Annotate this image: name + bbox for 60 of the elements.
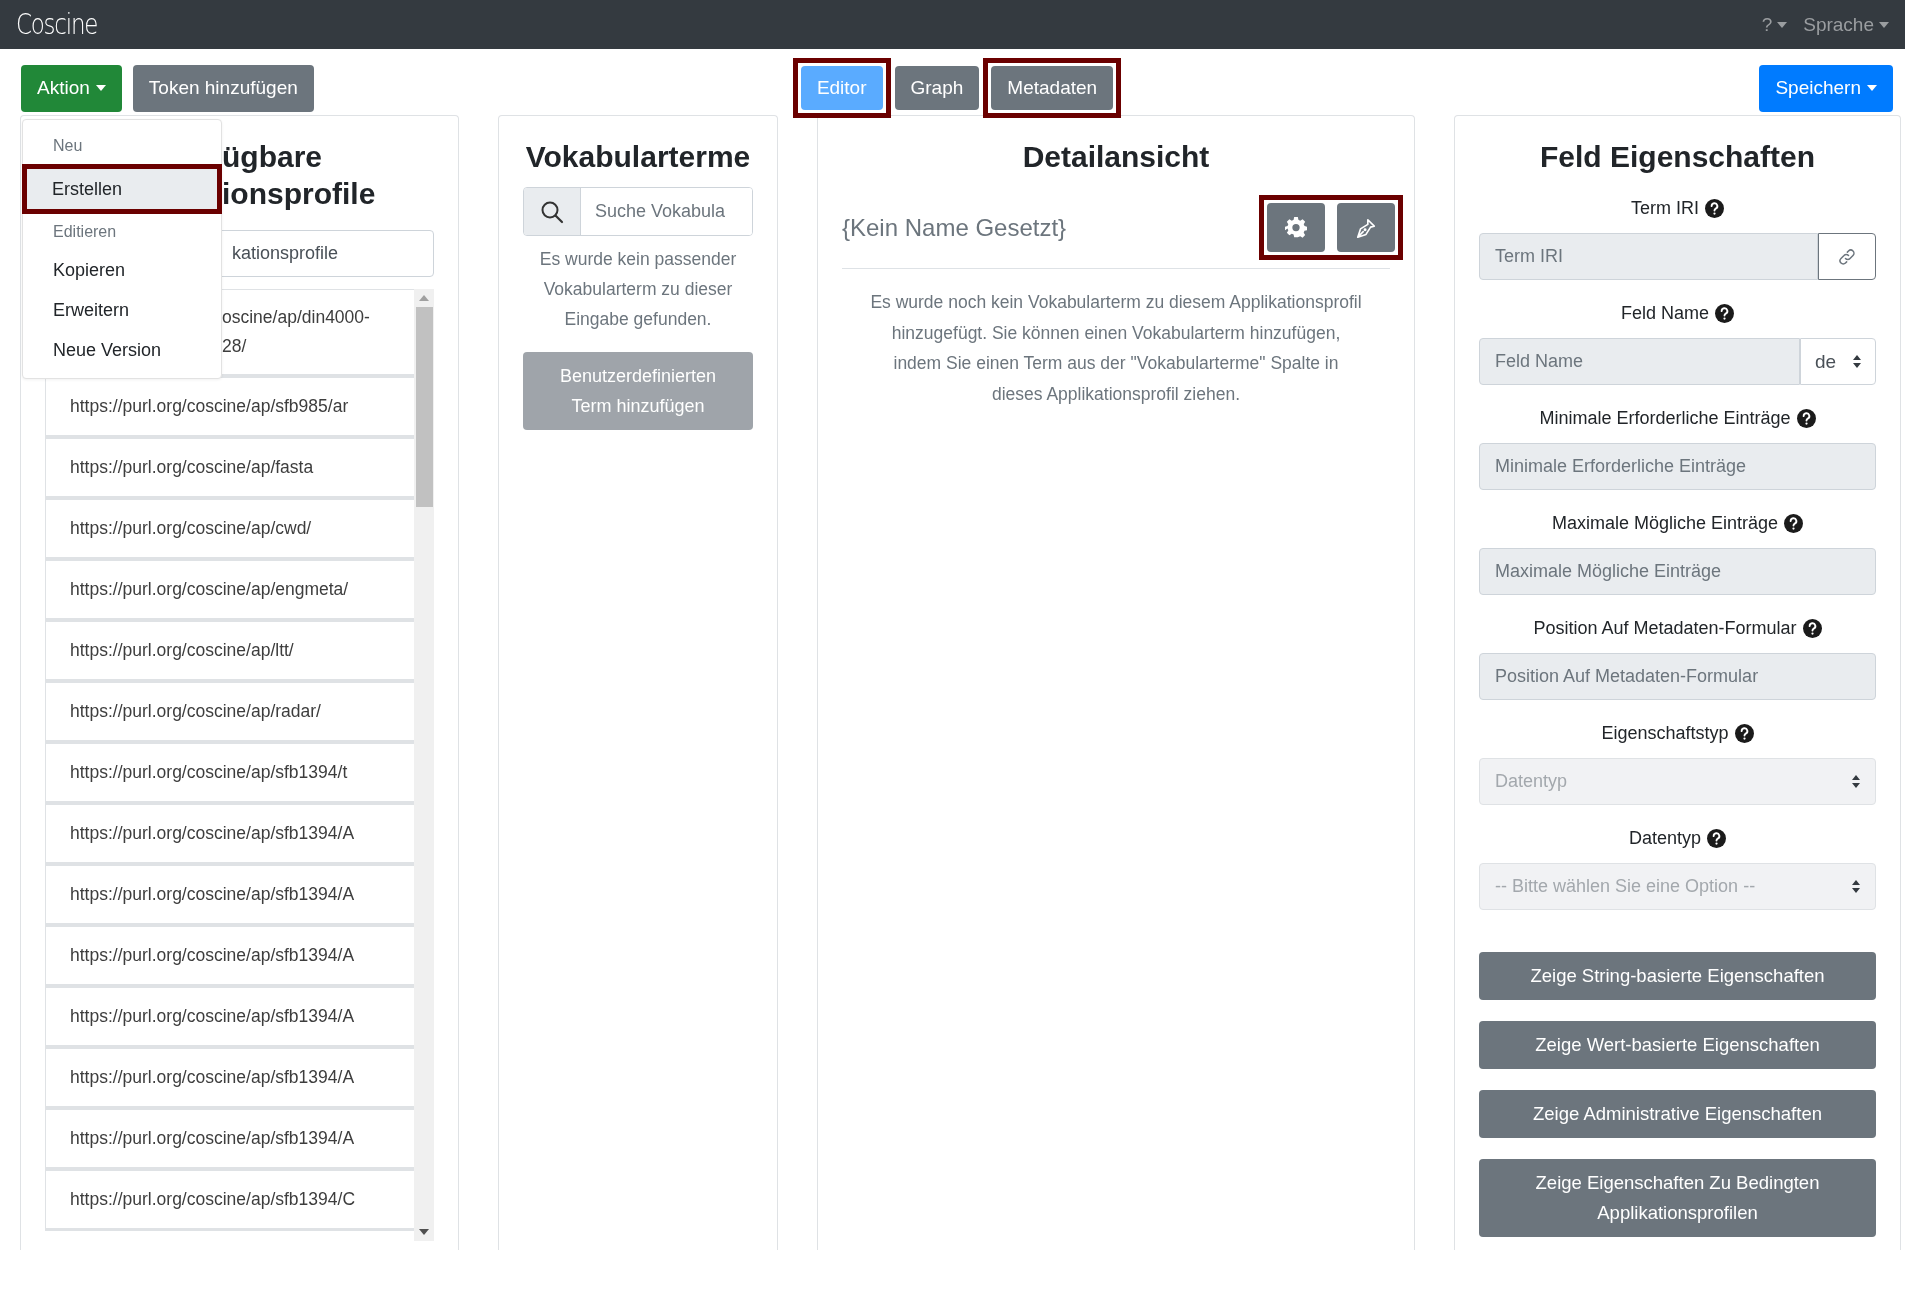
text-field[interactable]: Minimale Erforderliche Einträge	[1479, 443, 1876, 490]
menu-item[interactable]: Erstellen	[27, 168, 217, 209]
caret-icon	[1879, 21, 1889, 28]
help-icon[interactable]	[1715, 303, 1734, 323]
field-label: Position Auf Metadaten-Formular	[1533, 617, 1797, 639]
language-menu[interactable]: Sprache	[1803, 13, 1889, 36]
empty-message: Es wurde kein passender Vokabularterm zu dieser Eingabe gefunden.	[538, 248, 738, 331]
save-button[interactable]: Speichern	[1759, 64, 1893, 112]
caret-icon	[1777, 21, 1788, 28]
scrollbar[interactable]	[414, 289, 434, 1241]
pen-icon	[1355, 216, 1377, 239]
settings-button[interactable]	[1267, 203, 1325, 252]
text-field[interactable]: Position Auf Metadaten-Formular	[1479, 653, 1876, 700]
search-icon	[540, 199, 564, 224]
help-icon[interactable]	[1705, 198, 1724, 218]
select-arrows-icon	[1852, 775, 1860, 788]
text-field[interactable]: Feld Name	[1479, 338, 1800, 385]
help-icon[interactable]	[1734, 723, 1754, 743]
caret-icon	[95, 85, 106, 91]
column-title: ügbare	[222, 139, 323, 175]
language-select[interactable]: de	[1800, 338, 1876, 385]
show-properties-button[interactable]: Zeige Eigenschaften Zu Bedingten Applikationsprofilen	[1479, 1159, 1876, 1237]
column-title: Detailansicht	[1021, 139, 1211, 175]
field-label: Eigenschaftstyp	[1601, 722, 1729, 744]
field-label: Feld Name	[1621, 302, 1709, 324]
caret-icon	[1867, 85, 1877, 91]
field-label: Term IRI	[1631, 197, 1699, 219]
profile-name: {Kein Name Gesetzt}	[842, 213, 1067, 242]
show-properties-button[interactable]: Zeige Wert-basierte Eigenschaften	[1479, 1021, 1876, 1069]
field-label: Minimale Erforderliche Einträge	[1539, 407, 1791, 429]
scroll-down-icon[interactable]	[419, 1229, 429, 1235]
action-button[interactable]: Aktion	[21, 64, 122, 112]
help-menu[interactable]: ?	[1761, 13, 1788, 36]
field-label: Maximale Mögliche Einträge	[1551, 512, 1779, 534]
edit-button[interactable]	[1337, 203, 1395, 252]
empty-message: Es wurde noch kein Vokabularterm zu diesem Applikationsprofil hinzugefügt. Sie können einen Vokabularterm hinzufügen, indem Sie einen Term aus der "Vokabularterme" Spalte in dieses Applikationsprofil ziehen.	[869, 291, 1363, 406]
help-icon[interactable]	[1796, 408, 1816, 428]
menu-header: Neu	[52, 135, 84, 156]
help-icon[interactable]	[1802, 618, 1822, 638]
link-button[interactable]	[1818, 233, 1876, 280]
view-tab[interactable]: Graph	[894, 66, 980, 110]
column-title: Feld Eigenschaften	[1538, 139, 1817, 175]
scrollbar-thumb[interactable]	[415, 307, 433, 507]
field-label: Datentyp	[1628, 827, 1701, 849]
text-field[interactable]: Term IRI	[1479, 233, 1818, 280]
select-arrows-icon	[1852, 880, 1860, 893]
show-properties-button[interactable]: Zeige Administrative Eigenschaften	[1479, 1090, 1876, 1138]
column-title: ionsprofile	[222, 176, 376, 212]
column-title: Vokabularterme	[524, 139, 752, 175]
view-tab[interactable]: Metadaten	[991, 66, 1114, 110]
search-field[interactable]: Suche Vokabula	[523, 187, 753, 236]
settings-icon	[1285, 216, 1307, 239]
text-field[interactable]: Maximale Mögliche Einträge	[1479, 548, 1876, 595]
help-icon[interactable]	[1784, 513, 1804, 533]
help-icon[interactable]	[1707, 828, 1726, 848]
select-arrows-icon	[1853, 355, 1861, 368]
app-logo[interactable]: Coscine	[16, 8, 98, 41]
link-icon	[1838, 247, 1856, 266]
add-token-button[interactable]: Token hinzufügen	[132, 64, 314, 112]
show-properties-button[interactable]: Zeige String-basierte Eigenschaften	[1479, 952, 1876, 1000]
